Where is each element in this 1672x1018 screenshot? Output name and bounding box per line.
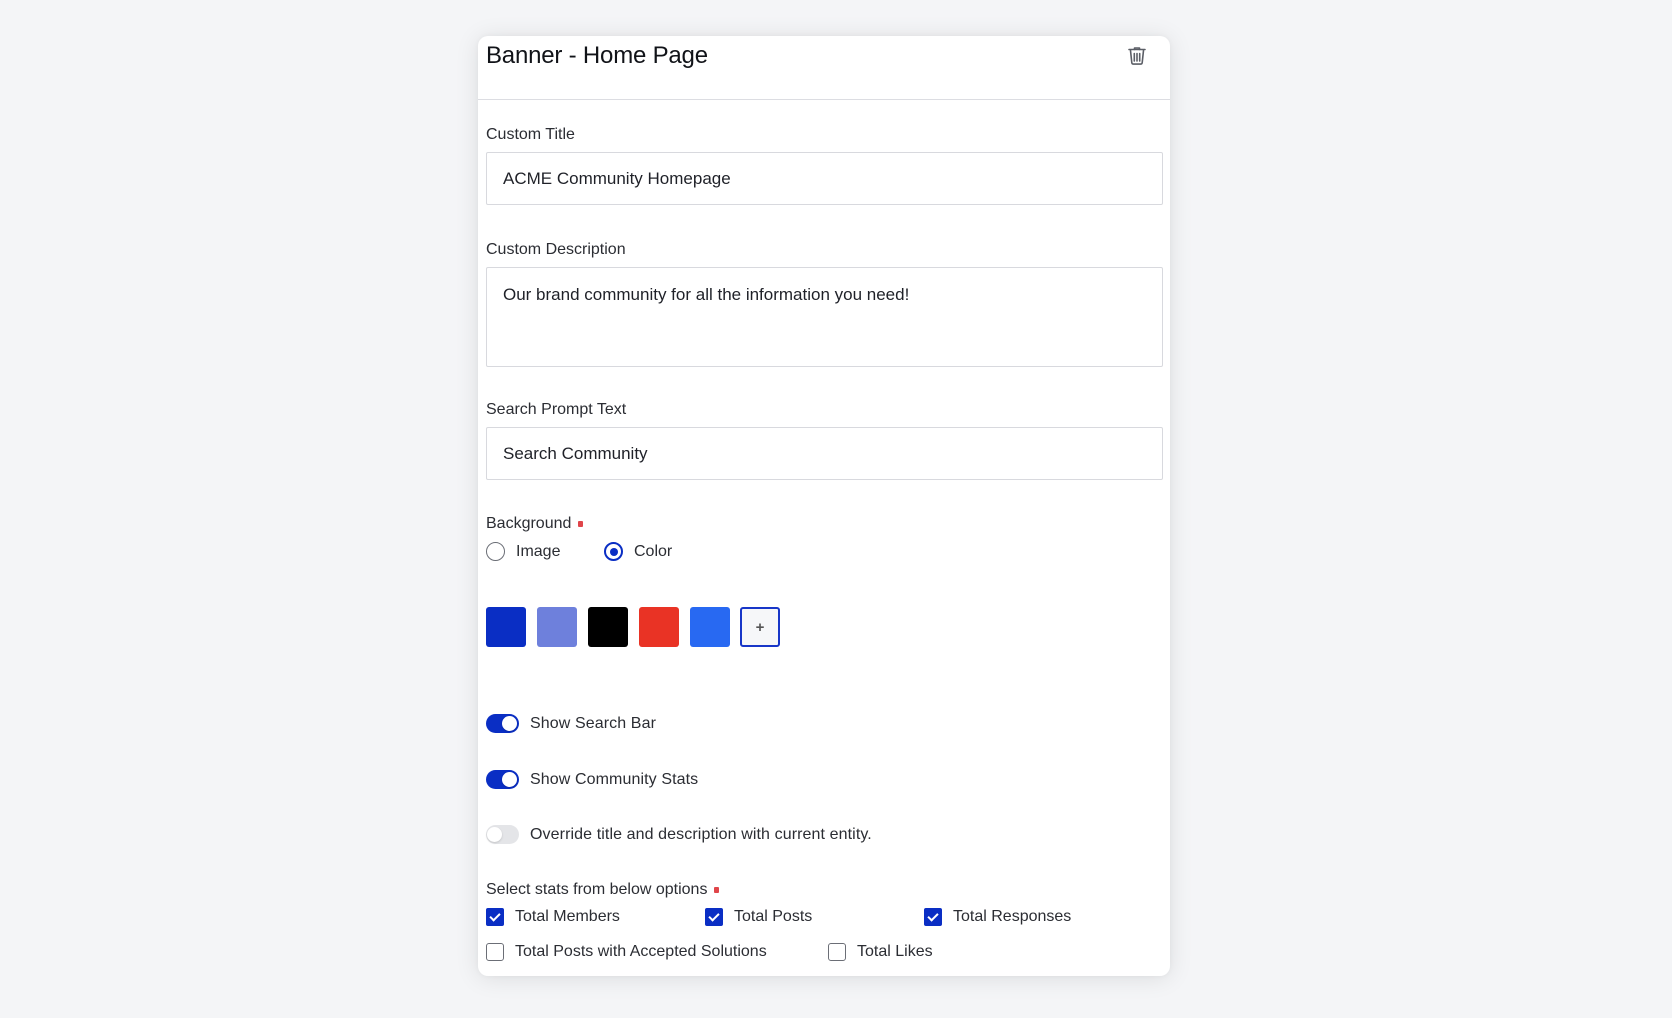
checkbox[interactable] [486, 908, 504, 926]
background-label-text: Background [486, 515, 572, 532]
custom-description-textarea[interactable]: Our brand community for all the informat… [486, 267, 1163, 367]
radio-image-label: Image [516, 542, 561, 560]
stat-total-responses[interactable]: Total Responses [924, 908, 1071, 926]
plus-icon: + [755, 618, 765, 636]
checkbox[interactable] [828, 943, 846, 961]
checkbox-label: Total Members [515, 908, 620, 925]
toggle-switch[interactable] [486, 825, 519, 844]
radio-color[interactable]: Color [604, 542, 672, 561]
custom-title-input[interactable] [486, 152, 1163, 205]
toggle-show-community-stats[interactable]: Show Community Stats [486, 770, 698, 789]
stat-total-members[interactable]: Total Members [486, 908, 620, 926]
checkbox-label: Total Posts with Accepted Solutions [515, 943, 767, 960]
search-prompt-label: Search Prompt Text [486, 401, 627, 418]
trash-icon [1128, 47, 1146, 65]
radio-image[interactable]: Image [486, 542, 560, 561]
toggle-switch[interactable] [486, 770, 519, 789]
toggle-label: Show Search Bar [530, 714, 657, 732]
radio-color-label: Color [634, 542, 673, 560]
panel-title: Banner - Home Page [486, 42, 708, 69]
stat-total-likes[interactable]: Total Likes [828, 943, 933, 961]
banner-settings-panel: Banner - Home Page Custom Title Custom D… [478, 36, 1170, 976]
toggle-knob [502, 716, 517, 731]
toggle-label: Show Community Stats [530, 770, 699, 788]
add-color-button[interactable]: + [740, 607, 780, 647]
radio-image-indicator[interactable] [486, 542, 505, 561]
checkbox[interactable] [486, 943, 504, 961]
checkbox-label: Total Posts [734, 908, 813, 925]
stat-total-posts[interactable]: Total Posts [705, 908, 812, 926]
checkbox-label: Total Likes [857, 943, 933, 960]
checkbox[interactable] [924, 908, 942, 926]
color-swatch[interactable] [690, 607, 730, 647]
required-marker [578, 520, 584, 527]
custom-description-label: Custom Description [486, 241, 626, 258]
toggle-switch[interactable] [486, 714, 519, 733]
search-prompt-input[interactable] [486, 427, 1163, 480]
toggle-knob [502, 772, 517, 787]
custom-title-label: Custom Title [486, 126, 575, 143]
color-swatch[interactable] [588, 607, 628, 647]
toggle-label: Override title and description with curr… [530, 825, 872, 843]
color-swatch[interactable] [537, 607, 577, 647]
stat-total-posts-accepted-solutions[interactable]: Total Posts with Accepted Solutions [486, 943, 767, 961]
color-swatch[interactable] [639, 607, 679, 647]
panel-header: Banner - Home Page [478, 36, 1170, 100]
toggle-knob [487, 827, 502, 842]
color-swatch[interactable] [486, 607, 526, 647]
required-marker [714, 886, 720, 893]
stats-label-text: Select stats from below options [486, 881, 708, 898]
delete-button[interactable] [1126, 45, 1148, 67]
stats-label: Select stats from below options [486, 881, 720, 899]
background-label: Background [486, 515, 584, 533]
checkbox[interactable] [705, 908, 723, 926]
radio-color-indicator[interactable] [604, 542, 623, 561]
toggle-show-search-bar[interactable]: Show Search Bar [486, 714, 656, 733]
checkbox-label: Total Responses [953, 908, 1072, 925]
toggle-override-title[interactable]: Override title and description with curr… [486, 825, 872, 844]
